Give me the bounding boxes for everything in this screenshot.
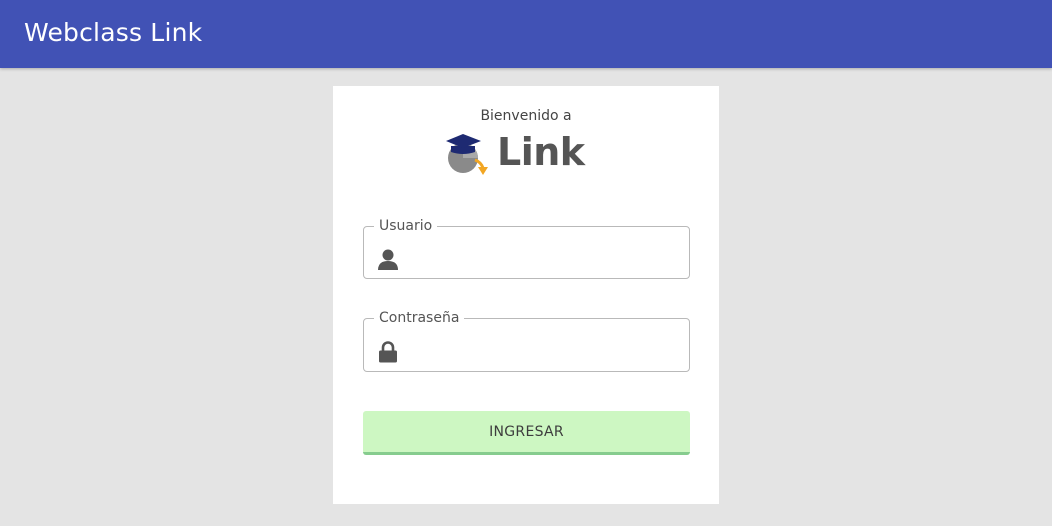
username-label: Usuario bbox=[379, 218, 433, 234]
lock-icon bbox=[379, 341, 397, 363]
login-button[interactable]: INGRESAR bbox=[363, 411, 690, 455]
password-field[interactable]: Contraseña bbox=[363, 310, 690, 372]
username-input[interactable] bbox=[408, 244, 682, 276]
password-input[interactable] bbox=[408, 336, 682, 368]
graduation-cap-logo-icon bbox=[446, 134, 488, 175]
link-logo: Link bbox=[445, 130, 585, 184]
welcome-text: Bienvenido a bbox=[480, 108, 572, 124]
top-app-bar: Webclass Link bbox=[0, 0, 1052, 68]
user-icon bbox=[378, 249, 398, 270]
app-title: Webclass Link bbox=[24, 18, 203, 47]
password-label: Contraseña bbox=[379, 310, 460, 326]
login-card: Bienvenido a Link Usuario Contraseña ING… bbox=[333, 86, 719, 504]
username-field[interactable]: Usuario bbox=[363, 218, 690, 279]
logo-text: Link bbox=[497, 130, 585, 174]
